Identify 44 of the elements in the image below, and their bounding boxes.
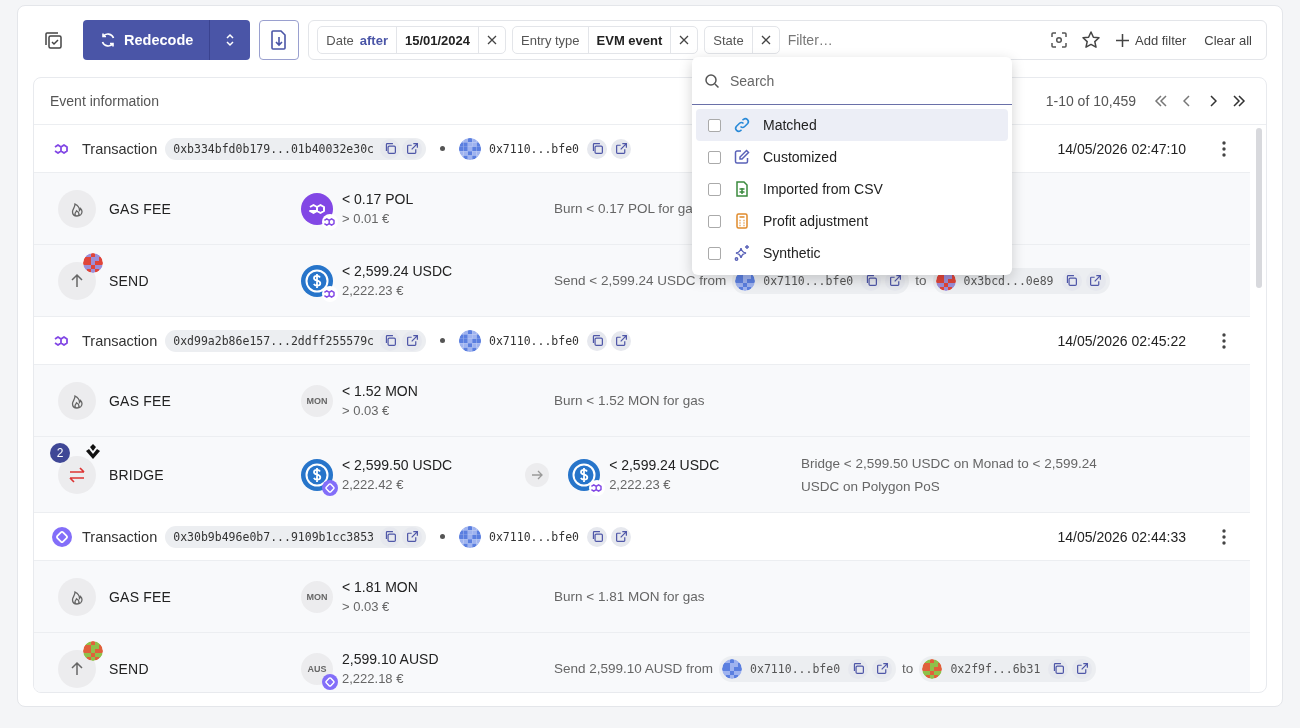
token-amount: < 2,599.24 USDC [609,455,720,475]
event-description: to [915,273,927,288]
fiat-value: > 0.01 € [342,209,391,228]
timestamp: 14/05/2026 02:44:33 [1057,528,1186,545]
event-description: Send < 2,599.24 USDC from [554,273,727,288]
option-label: Customized [763,149,837,165]
token-logo: MON [301,384,333,417]
timestamp: 14/05/2026 02:45:22 [1057,332,1186,349]
event-type: SEND [109,272,149,289]
token-amount: < 1.81 MON [342,577,418,597]
fiat-value: > 0.03 € [342,401,391,420]
fiat-value: 2,222.42 € [342,475,405,494]
token-logo: AUS [301,652,333,685]
event-description: Send 2,599.10 AUSD from [554,661,714,676]
token-logo: MON [301,580,333,613]
event-description: Bridge < 2,599.50 USDC on Monad to < 2,599.24 USDC on Polygon PoS [801,454,1098,496]
fiat-value: > 0.03 € [342,597,391,616]
fiat-value: 2,222.23 € [342,281,405,300]
fiat-value: 2,222.23 € [609,475,672,494]
column-header: Event information [50,93,159,109]
option-label: Synthetic [763,245,821,261]
event-description: to [902,661,914,676]
event-description: Burn < 0.17 POL for ga [554,201,693,216]
transaction-label: Transaction [82,140,158,157]
event-type: GAS FEE [109,200,172,217]
token-amount: < 2,599.50 USDC [342,455,453,475]
fiat-value: 2,222.18 € [342,669,405,688]
option-label: Profit adjustment [763,213,869,229]
option-label: Imported from CSV [763,181,883,197]
timestamp: 14/05/2026 02:47:10 [1057,140,1186,157]
pagination-label: 1-10 of 10,459 [1045,93,1136,109]
event-description: Burn < 1.52 MON for gas [554,393,705,408]
token-amount: < 0.17 POL [342,189,414,209]
transaction-label: Transaction [82,332,158,349]
count-badge: 2 [50,442,70,463]
token-amount: < 2,599.24 USDC [342,261,453,281]
event-type: GAS FEE [109,392,172,409]
event-type: SEND [109,660,149,677]
transaction-label: Transaction [82,528,158,545]
event-description: Burn < 1.81 MON for gas [554,589,705,604]
token-amount: 2,599.10 AUSD [342,649,439,669]
event-type: BRIDGE [109,466,164,483]
event-type: GAS FEE [109,588,172,605]
token-amount: < 1.52 MON [342,381,418,401]
